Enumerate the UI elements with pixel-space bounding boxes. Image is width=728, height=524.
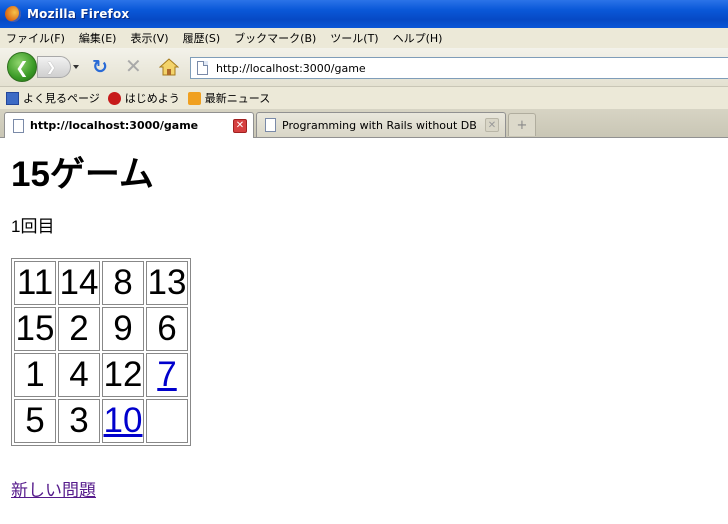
menu-tools[interactable]: ツール(T) [330,30,378,46]
bookmark-latest-news[interactable]: 最新ニュース [187,90,271,106]
close-icon[interactable]: ✕ [233,118,247,133]
puzzle-tile: 15 [14,307,56,351]
puzzle-tile: 11 [14,261,56,305]
round-counter: 1回目 [11,217,55,236]
menu-help[interactable]: ヘルプ(H) [393,30,443,46]
bookmarks-toolbar: よく見るページ はじめよう 最新ニュース [0,87,728,109]
puzzle-tile: 6 [146,307,188,351]
puzzle-tile: 13 [146,261,188,305]
most-visited-icon [6,91,19,105]
puzzle-board: 11 14 8 13 15 2 9 6 1 4 12 7 5 3 10 [11,258,191,446]
puzzle-tile: 3 [58,399,100,443]
puzzle-tile: 9 [102,307,144,351]
history-dropdown-icon[interactable] [73,65,79,69]
board-row: 11 14 8 13 [14,261,188,305]
reload-icon[interactable]: ↻ [92,57,108,77]
address-bar[interactable]: http://localhost:3000/game [190,57,728,79]
back-button[interactable]: ❮ [7,52,37,82]
board-row: 1 4 12 7 [14,353,188,397]
puzzle-tile: 2 [58,307,100,351]
tab-label: Programming with Rails without DB [282,118,477,132]
empty-tile [146,399,188,443]
bookmark-label: 最新ニュース [204,92,271,105]
new-problem-link[interactable]: 新しい問題 [11,476,96,501]
page-icon [265,118,276,132]
bookmark-label: よく見るページ [23,92,100,105]
puzzle-tile: 14 [58,261,100,305]
bookmark-label: はじめよう [124,92,180,105]
firefox-icon [5,6,21,22]
menu-history[interactable]: 履歴(S) [183,30,221,46]
puzzle-tile: 12 [102,353,144,397]
puzzle-tile: 1 [14,353,56,397]
puzzle-tile: 4 [58,353,100,397]
ladybug-icon [107,91,121,105]
menubar: ファイル(F) 編集(E) 表示(V) 履歴(S) ブックマーク(B) ツール(… [0,28,728,48]
page-icon [13,118,24,133]
close-icon[interactable]: ✕ [485,118,499,132]
puzzle-tile: 5 [14,399,56,443]
tab-label: http://localhost:3000/game [30,119,199,132]
window-titlebar[interactable]: Mozilla Firefox [0,0,728,28]
menu-bookmarks[interactable]: ブックマーク(B) [234,30,316,46]
board-row: 5 3 10 [14,399,188,443]
plus-icon: + [516,117,528,133]
move-tile-link[interactable]: 7 [157,355,176,394]
page-icon [197,61,208,75]
menu-view[interactable]: 表示(V) [130,30,168,46]
forward-button[interactable]: ❯ [37,56,71,78]
bookmark-getting-started[interactable]: はじめよう [107,90,180,106]
puzzle-tile-movable[interactable]: 7 [146,353,188,397]
stop-icon[interactable]: ✕ [125,56,142,76]
back-arrow-icon: ❮ [15,57,29,77]
address-text[interactable]: http://localhost:3000/game [216,62,366,75]
puzzle-tile-movable[interactable]: 10 [102,399,144,443]
menu-edit[interactable]: 編集(E) [79,30,117,46]
new-tab-button[interactable]: + [508,113,536,136]
navigation-toolbar: ❮ ❯ ↻ ✕ http://localhost:3000/game [0,48,728,87]
forward-arrow-icon: ❯ [46,60,57,74]
page-title: 15ゲーム [11,155,154,194]
puzzle-tile: 8 [102,261,144,305]
bookmark-most-visited[interactable]: よく見るページ [6,90,100,106]
tab-rails[interactable]: Programming with Rails without DB ✕ [256,112,506,137]
tab-strip: http://localhost:3000/game ✕ Programming… [0,109,728,138]
rss-icon [187,91,201,105]
move-tile-link[interactable]: 10 [104,401,143,440]
page-content: 15ゲーム 1回目 11 14 8 13 15 2 9 6 1 4 12 7 5… [0,138,728,524]
board-row: 15 2 9 6 [14,307,188,351]
window-title: Mozilla Firefox [27,7,130,21]
home-icon[interactable] [159,57,179,77]
tab-game[interactable]: http://localhost:3000/game ✕ [4,112,254,138]
menu-file[interactable]: ファイル(F) [6,30,65,46]
